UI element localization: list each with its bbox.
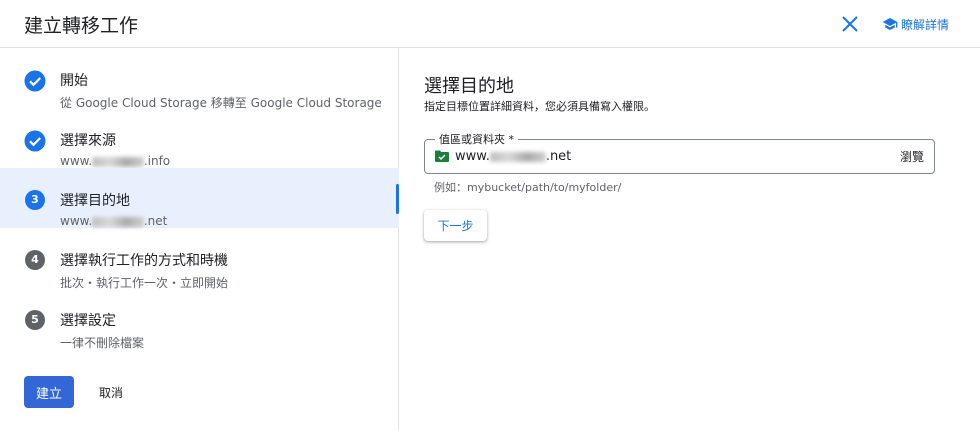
step-label: 選擇設定 <box>60 313 116 329</box>
step-label: 選擇目的地 <box>60 193 130 209</box>
step-settings[interactable]: 5 選擇設定 一律不刪除檔案 <box>0 288 399 350</box>
redacted-text: example <box>489 151 546 162</box>
field-label: 值區或資料夾 * <box>435 131 518 147</box>
learn-more-link[interactable]: 瞭解詳情 <box>882 14 949 34</box>
step-number: 5 <box>25 310 45 330</box>
step-label: 選擇來源 <box>60 133 116 149</box>
step-label: 開始 <box>60 73 88 89</box>
step-number: 4 <box>25 250 45 270</box>
step-start[interactable]: 開始 從 Google Cloud Storage 移轉至 Google Clo… <box>0 48 399 110</box>
redacted-text: example <box>92 216 144 227</box>
step-destination[interactable]: 3 選擇目的地 www.example.net <box>0 168 399 228</box>
steps-panel: 開始 從 Google Cloud Storage 移轉至 Google Clo… <box>0 48 399 430</box>
cancel-button[interactable]: 取消 <box>86 376 136 408</box>
step-summary: www.example.info <box>60 154 171 168</box>
create-button[interactable]: 建立 <box>24 376 74 408</box>
step-summary: 一律不刪除檔案 <box>60 336 145 350</box>
folder-check-icon <box>435 150 449 162</box>
step-label: 選擇執行工作的方式和時機 <box>60 253 228 269</box>
dialog-header: 建立轉移工作 瞭解詳情 <box>0 0 980 48</box>
section-title: 選擇目的地 <box>424 76 514 97</box>
field-hint: 例如：mybucket/path/to/myfolder/ <box>434 181 622 194</box>
section-description: 指定目標位置詳細資料，您必須具備寫入權限。 <box>424 100 655 113</box>
learn-more-label: 瞭解詳情 <box>901 17 950 32</box>
bucket-folder-field[interactable]: 值區或資料夾 * www.example.net 瀏覽 <box>424 131 935 174</box>
step-schedule[interactable]: 4 選擇執行工作的方式和時機 批次・執行工作一次・立即開始 <box>0 228 399 290</box>
close-button[interactable] <box>838 12 862 36</box>
bucket-folder-input[interactable]: www.example.net <box>455 149 571 164</box>
browse-button[interactable]: 瀏覽 <box>900 148 924 165</box>
close-icon <box>842 16 858 32</box>
school-icon <box>882 18 898 30</box>
step-number: 3 <box>25 190 45 210</box>
page-title: 建立轉移工作 <box>24 15 139 37</box>
step-summary: www.example.net <box>60 214 168 228</box>
check-circle-icon <box>24 130 46 152</box>
next-step-button[interactable]: 下一步 <box>424 210 487 241</box>
check-circle-icon <box>24 70 46 92</box>
step-source[interactable]: 選擇來源 www.example.info <box>0 108 399 168</box>
redacted-text: example <box>92 156 144 167</box>
